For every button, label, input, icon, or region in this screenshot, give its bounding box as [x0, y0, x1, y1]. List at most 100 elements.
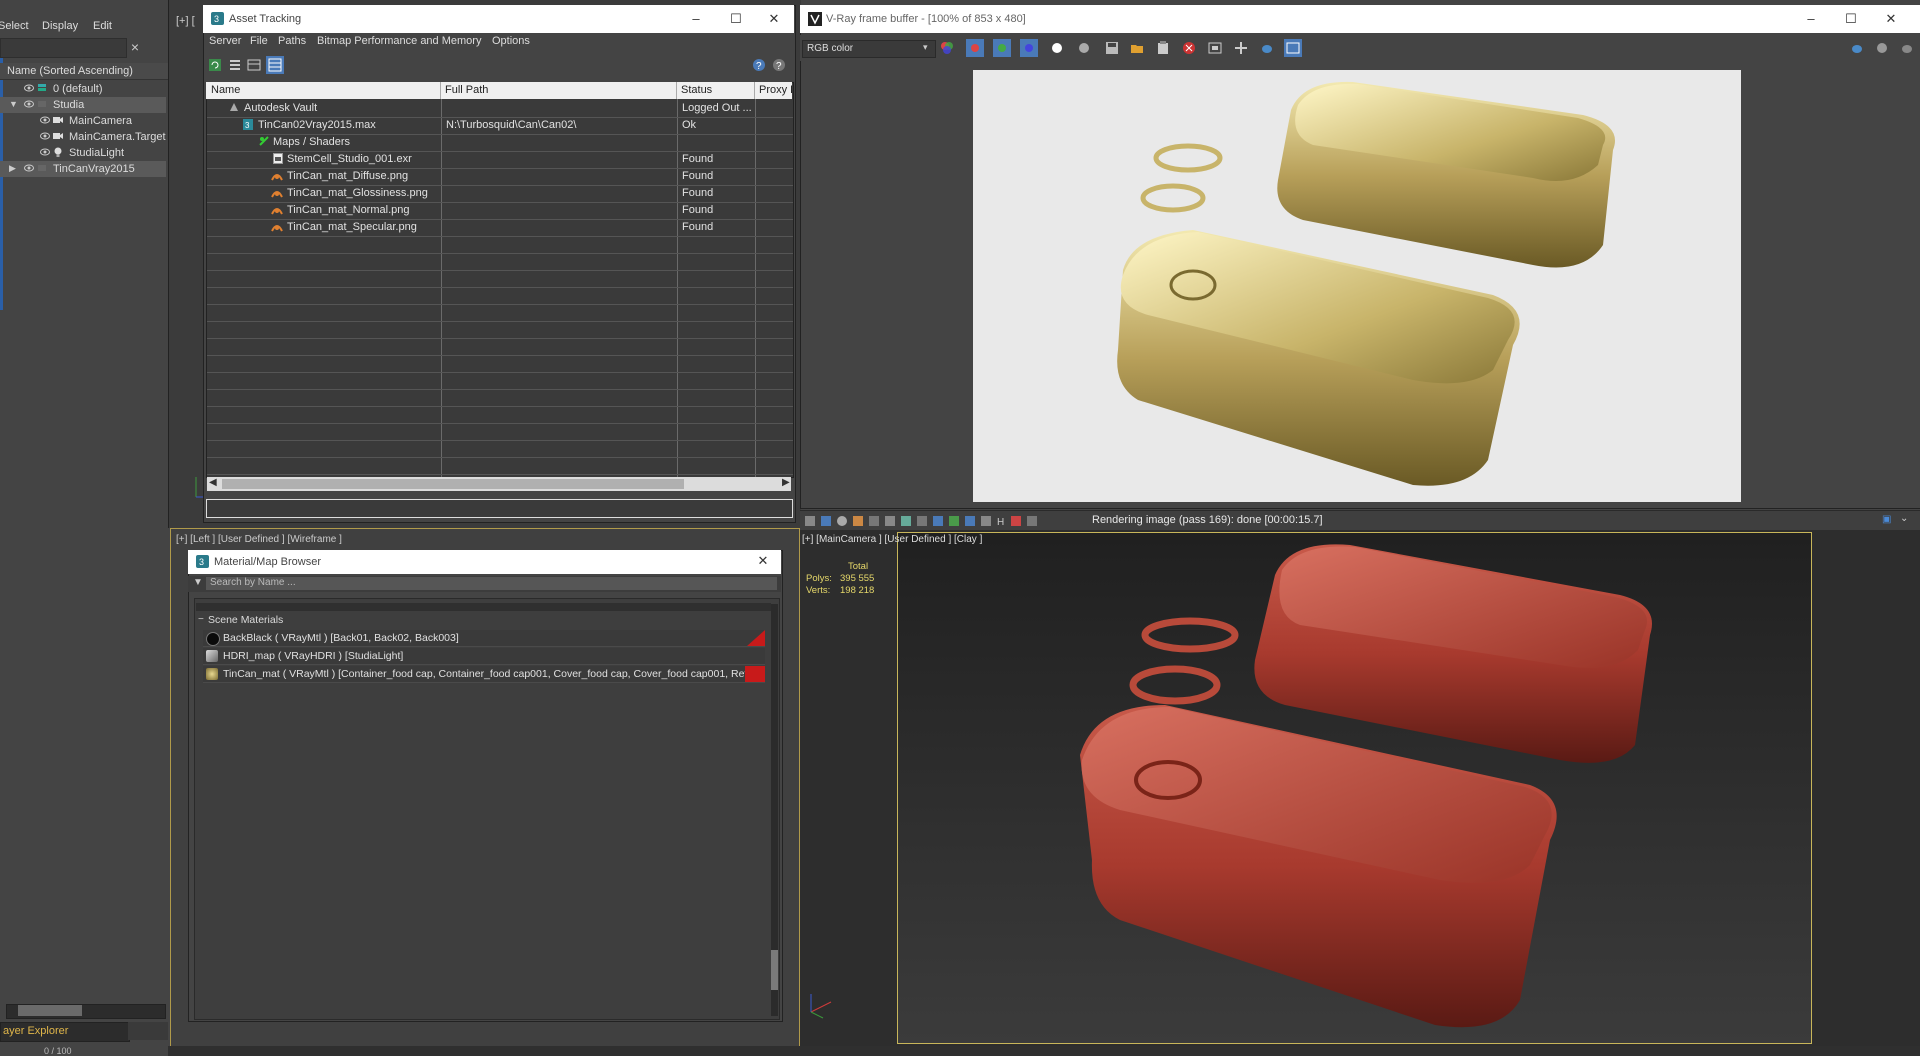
close-icon[interactable]: ✕: [766, 11, 782, 27]
minimize-icon[interactable]: –: [688, 11, 704, 27]
table-row[interactable]: TinCan_mat_Specular.png Found: [207, 219, 793, 237]
object-row-maincamera-target[interactable]: MainCamera.Target: [0, 129, 166, 145]
menu-edit[interactable]: Edit: [93, 20, 112, 32]
render-options-icon[interactable]: [1900, 41, 1914, 55]
scene-explorer-search-input[interactable]: [0, 38, 127, 58]
table-row[interactable]: TinCan_mat_Diffuse.png Found: [207, 168, 793, 186]
column-header-proxy[interactable]: Proxy R: [759, 84, 792, 96]
table-row[interactable]: TinCan_mat_Glossiness.png Found: [207, 185, 793, 203]
frame-buffer-history-icon[interactable]: [1284, 39, 1302, 57]
teapot-icon[interactable]: [1850, 41, 1864, 55]
object-row-maincamera[interactable]: MainCamera: [0, 113, 166, 129]
clear-search-icon[interactable]: ×: [128, 40, 142, 54]
scene-explorer-column-header[interactable]: Name (Sorted Ascending): [0, 63, 168, 80]
expand-arrow-icon[interactable]: ▶: [9, 163, 16, 174]
eye-icon[interactable]: [40, 131, 50, 141]
collapse-icon[interactable]: −: [198, 614, 204, 625]
object-row-studialight[interactable]: StudiaLight: [0, 145, 166, 161]
material-row-hdri-map[interactable]: HDRI_map ( VRayHDRI ) [StudiaLight]: [203, 648, 765, 665]
vfb-bottom-toolbar-icons[interactable]: H: [805, 514, 1085, 528]
material-row-backblack[interactable]: BackBlack ( VRayMtl ) [Back01, Back02, B…: [203, 630, 765, 647]
table-row[interactable]: TinCan_mat_Normal.png Found: [207, 202, 793, 220]
restore-panel-icon[interactable]: ▣: [1882, 514, 1891, 525]
layer-row-default[interactable]: 0 (default): [0, 81, 166, 97]
minimize-icon[interactable]: –: [1803, 11, 1819, 27]
eye-icon[interactable]: [24, 83, 34, 93]
layer-row-studia[interactable]: ▼ Studia: [0, 97, 166, 113]
help-icon[interactable]: ?: [752, 58, 766, 72]
red-channel-icon[interactable]: [966, 39, 984, 57]
options-dropdown-icon[interactable]: ▼: [193, 577, 203, 588]
scrollbar-thumb[interactable]: [222, 479, 684, 489]
asset-name: StemCell_Studio_001.exr: [287, 153, 412, 165]
asset-path-field[interactable]: [206, 499, 793, 518]
expand-arrow-icon[interactable]: ▼: [9, 99, 18, 109]
render-status-text: Rendering image (pass 169): done [00:00:…: [1092, 514, 1323, 526]
white-sphere-icon[interactable]: [1050, 41, 1064, 55]
table-view-icon[interactable]: [247, 58, 261, 72]
group-scene-materials[interactable]: − Scene Materials: [196, 612, 771, 628]
vfb-titlebar[interactable]: V-Ray frame buffer - [100% of 853 x 480]…: [800, 5, 1920, 33]
grey-sphere-icon[interactable]: [1077, 41, 1091, 55]
scroll-left-icon[interactable]: ◀: [209, 477, 217, 488]
help-pointer-icon[interactable]: ?: [772, 58, 786, 72]
object-label: MainCamera.Target: [69, 131, 166, 143]
table-row[interactable]: Maps / Shaders: [207, 134, 793, 152]
viewport-label[interactable]: [+] [Left ] [User Defined ] [Wireframe ]: [176, 534, 342, 545]
window-title: Material/Map Browser: [214, 556, 321, 568]
eye-icon[interactable]: [40, 147, 50, 157]
eye-icon[interactable]: [40, 115, 50, 125]
eye-icon[interactable]: [24, 163, 34, 173]
green-channel-icon[interactable]: [993, 39, 1011, 57]
close-icon[interactable]: ✕: [1883, 11, 1899, 27]
material-browser-titlebar[interactable]: 3 Material/Map Browser ✕: [188, 550, 781, 574]
blue-channel-icon[interactable]: [1020, 39, 1038, 57]
scene-explorer-menubar: Select Display Edit: [0, 14, 168, 36]
save-icon[interactable]: [1105, 41, 1119, 55]
color-channels-icon[interactable]: [940, 41, 954, 55]
maximize-icon[interactable]: ☐: [728, 11, 744, 27]
material-search-input[interactable]: Search by Name ...: [206, 577, 777, 590]
open-folder-icon[interactable]: [1130, 41, 1144, 55]
asset-tracking-menubar: Server File Paths Bitmap Performance and…: [204, 33, 793, 51]
sphere-settings-icon[interactable]: [1875, 41, 1889, 55]
refresh-icon[interactable]: [208, 58, 222, 72]
menu-display[interactable]: Display: [42, 20, 78, 32]
scrollbar-thumb[interactable]: [18, 1005, 82, 1016]
viewport-label[interactable]: [+] [MainCamera ] [User Defined ] [Clay …: [802, 534, 982, 545]
clipboard-icon[interactable]: [1156, 41, 1170, 55]
maximize-icon[interactable]: ☐: [1843, 11, 1859, 27]
viewport-label[interactable]: [+] [: [176, 15, 195, 27]
menu-options[interactable]: Options: [492, 35, 530, 47]
layer-row-tincanvray2015[interactable]: ▶ TinCanVray2015: [0, 161, 166, 177]
list-view-icon[interactable]: [228, 58, 242, 72]
layer-icon: [37, 99, 47, 109]
scrollbar-thumb[interactable]: [771, 950, 778, 990]
menu-paths[interactable]: Paths: [278, 35, 306, 47]
menu-select[interactable]: Select: [0, 20, 29, 32]
channel-dropdown[interactable]: RGB color ▾: [802, 40, 936, 58]
region-render-icon[interactable]: [1208, 41, 1222, 55]
grid-view-icon[interactable]: [266, 56, 284, 74]
material-row-tincan-mat[interactable]: TinCan_mat ( VRayMtl ) [Container_food c…: [203, 666, 765, 683]
asset-tracking-toolbar: ? ?: [204, 53, 793, 77]
column-header-full-path[interactable]: Full Path: [445, 84, 488, 96]
column-header-status[interactable]: Status: [681, 84, 712, 96]
close-icon[interactable]: ✕: [755, 553, 771, 569]
stop-render-icon[interactable]: [1182, 41, 1196, 55]
menu-bitmap-performance[interactable]: Bitmap Performance and Memory: [317, 35, 481, 47]
teapot-render-icon[interactable]: [1260, 41, 1274, 55]
chevron-down-icon[interactable]: ⌄: [1900, 513, 1908, 524]
table-row[interactable]: StemCell_Studio_001.exr Found: [207, 151, 793, 169]
material-label: HDRI_map ( VRayHDRI ) [StudiaLight]: [223, 650, 404, 662]
scroll-right-icon[interactable]: ▶: [782, 477, 790, 488]
eye-icon[interactable]: [24, 99, 34, 109]
explorer-selector-dropdown[interactable]: ayer Explorer: [0, 1022, 130, 1042]
menu-server[interactable]: Server: [209, 35, 241, 47]
menu-file[interactable]: File: [250, 35, 268, 47]
column-header-name[interactable]: Name: [211, 84, 240, 96]
track-mouse-icon[interactable]: [1234, 41, 1248, 55]
table-row[interactable]: 3 TinCan02Vray2015.max N:\Turbosquid\Can…: [207, 117, 793, 135]
asset-tracking-titlebar[interactable]: 3 Asset Tracking – ☐ ✕: [203, 5, 794, 33]
table-row[interactable]: Autodesk Vault Logged Out ...: [207, 100, 793, 118]
